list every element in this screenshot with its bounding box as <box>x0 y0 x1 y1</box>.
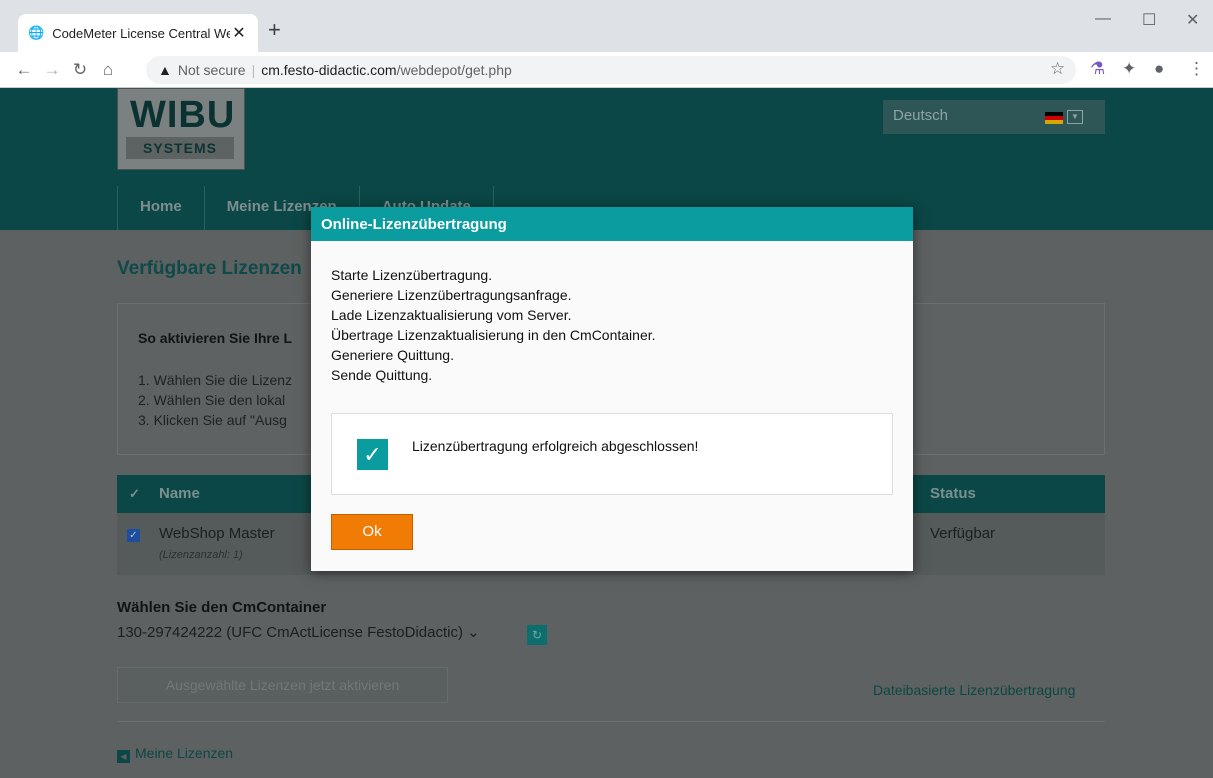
back-link-label: Meine Lizenzen <box>135 745 234 761</box>
container-label: Wählen Sie den CmContainer <box>117 599 327 616</box>
reload-icon[interactable]: ↻ <box>66 60 94 80</box>
log-line: Starte Lizenzübertragung. <box>331 267 493 283</box>
instructions-steps: 1. Wählen Sie die Lizenz 2. Wählen Sie d… <box>138 370 292 430</box>
chevron-down-icon: ⌄ <box>467 624 480 641</box>
close-tab-icon[interactable]: ✕ <box>230 23 248 43</box>
log-line: Lade Lizenzaktualisierung vom Server. <box>331 307 572 323</box>
forward-arrow-icon[interactable]: → <box>38 60 66 80</box>
container-select[interactable]: 130-297424222 (UFC CmActLicense FestoDid… <box>117 623 480 641</box>
select-all-checkbox[interactable]: ✓ <box>129 486 140 502</box>
ok-button[interactable]: Ok <box>331 514 413 550</box>
back-arrow-icon[interactable]: ← <box>10 60 38 80</box>
security-label: Not secure <box>177 62 246 78</box>
log-line: Übertrage Lizenzaktualisierung in den Cm… <box>331 327 656 343</box>
checkmark-icon: ✓ <box>357 439 388 470</box>
log-line: Generiere Lizenzübertragungsanfrage. <box>331 287 572 303</box>
transfer-log: Starte Lizenzübertragung. Generiere Lize… <box>331 265 656 385</box>
step-item: 1. Wählen Sie die Lizenz <box>138 372 293 388</box>
warning-icon: ▲ <box>158 62 172 78</box>
license-name: WebShop Master <box>159 525 275 542</box>
container-value: 130-297424222 (UFC CmActLicense FestoDid… <box>117 624 463 641</box>
language-label: Deutsch <box>893 107 949 124</box>
step-item: 2. Wählen Sie den lokal <box>138 392 286 408</box>
dropdown-caret-icon: ▼ <box>1067 110 1083 124</box>
column-name: Name <box>159 485 200 502</box>
minimize-icon[interactable]: — <box>1095 10 1111 28</box>
license-status: Verfügbar <box>930 525 996 542</box>
german-flag-icon <box>1045 112 1063 124</box>
success-panel: ✓ Lizenzübertragung erfolgreich abgeschl… <box>331 413 893 495</box>
home-icon[interactable]: ⌂ <box>94 60 122 80</box>
language-select[interactable]: Deutsch ▼ <box>883 100 1105 134</box>
wibu-logo[interactable]: WIBU SYSTEMS <box>117 88 245 170</box>
success-message: Lizenzübertragung erfolgreich abgeschlos… <box>412 438 699 454</box>
url-path: /webdepot/get.php <box>396 62 512 78</box>
row-checkbox[interactable]: ✓ <box>127 529 140 542</box>
license-transfer-dialog: Online-Lizenzübertragung Starte Lizenzüb… <box>311 207 913 571</box>
menu-kebab-icon[interactable]: ⋮ <box>1188 59 1205 79</box>
back-arrow-icon: ◀ <box>117 750 130 763</box>
url-host: cm.festo-didactic.com <box>261 62 397 78</box>
extension-flask-icon[interactable]: ⚗ <box>1090 59 1105 79</box>
globe-icon: 🌐 <box>28 25 45 40</box>
profile-icon[interactable]: ● <box>1154 59 1164 79</box>
step-item: 3. Klicken Sie auf "Ausg <box>138 412 287 428</box>
dialog-title: Online-Lizenzübertragung <box>311 207 913 241</box>
browser-tab[interactable]: 🌐 CodeMeter License Central WebD ✕ <box>18 14 258 52</box>
file-transfer-link[interactable]: Dateibasierte Lizenzübertragung <box>873 682 1075 698</box>
browser-tab-strip: 🌐 CodeMeter License Central WebD ✕ + — ☐… <box>0 0 1213 52</box>
maximize-icon[interactable]: ☐ <box>1142 10 1156 30</box>
instructions-heading: So aktivieren Sie Ihre L <box>138 330 293 346</box>
browser-toolbar: ← → ↻ ⌂ ▲ Not secure | cm.festo-didactic… <box>0 52 1213 88</box>
close-window-icon[interactable]: ✕ <box>1186 10 1199 30</box>
tab-title: CodeMeter License Central WebD <box>52 25 230 41</box>
address-bar[interactable]: ▲ Not secure | cm.festo-didactic.com /we… <box>146 56 1076 84</box>
logo-subtitle: SYSTEMS <box>126 137 234 159</box>
log-line: Generiere Quittung. <box>331 347 454 363</box>
nav-home[interactable]: Home <box>118 186 205 230</box>
url-separator: | <box>251 62 256 78</box>
bookmark-star-icon[interactable]: ☆ <box>1050 59 1065 79</box>
page-title: Verfügbare Lizenzen <box>117 258 302 279</box>
license-count: (Lizenzanzahl: 1) <box>159 549 243 561</box>
extensions-puzzle-icon[interactable]: ✦ <box>1122 59 1136 79</box>
activate-licenses-button[interactable]: Ausgewählte Lizenzen jetzt aktivieren <box>117 667 448 703</box>
back-to-licenses-link[interactable]: ◀ Meine Lizenzen <box>117 745 233 763</box>
divider <box>117 721 1105 722</box>
new-tab-button[interactable]: + <box>268 19 281 41</box>
log-line: Sende Quittung. <box>331 367 433 383</box>
logo-wordmark: WIBU <box>130 94 236 136</box>
column-status: Status <box>930 485 976 502</box>
refresh-icon[interactable]: ↻ <box>527 625 547 645</box>
